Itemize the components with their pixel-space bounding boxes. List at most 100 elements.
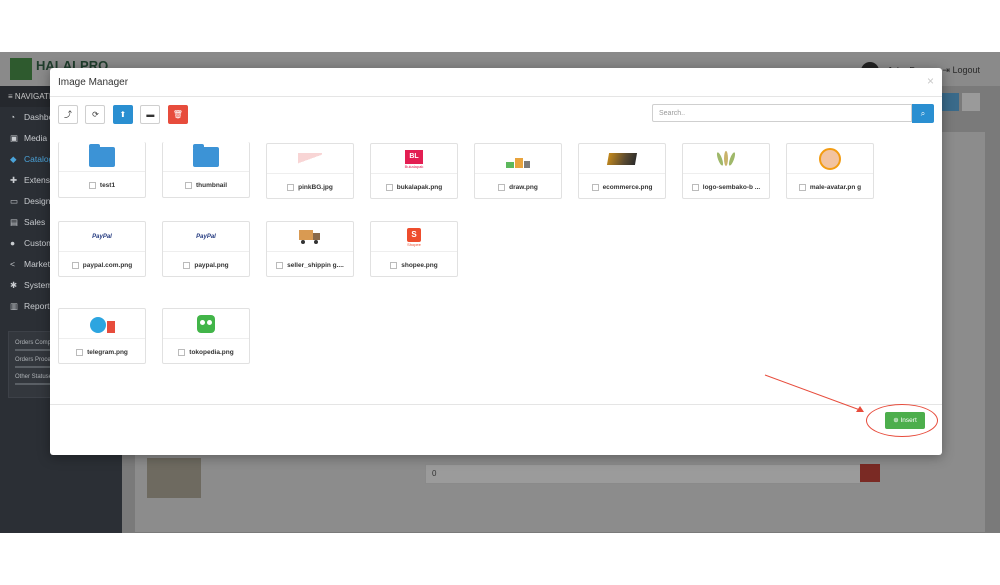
new-folder-button[interactable]: ▬ bbox=[140, 105, 161, 124]
tile-caption: ecommerce.png bbox=[579, 173, 665, 200]
folder-tile-thumbnail[interactable]: thumbnail bbox=[162, 142, 250, 198]
tile-label: telegram.png bbox=[87, 348, 128, 356]
select-checkbox[interactable] bbox=[287, 183, 295, 191]
tile-label: bukalapak.png bbox=[396, 183, 443, 191]
image-tile-paypal[interactable]: PayPal paypal.png bbox=[162, 221, 250, 277]
select-checkbox[interactable] bbox=[88, 181, 96, 189]
tile-caption: male-avatar.pn g bbox=[787, 173, 873, 200]
remove-image-button[interactable] bbox=[860, 464, 880, 482]
tile-label: logo-sembako-b ... bbox=[702, 183, 761, 191]
image-manager-toolbar: ⤴ ⟳ ⬆ ▬ 🗑 bbox=[58, 105, 191, 124]
select-checkbox[interactable] bbox=[183, 261, 191, 269]
monitor-icon: ▭ bbox=[10, 196, 19, 206]
tile-label: shopee.png bbox=[401, 261, 438, 269]
image-tile-ecommerce[interactable]: ecommerce.png bbox=[578, 143, 666, 199]
trash-icon: 🗑 bbox=[172, 110, 183, 119]
folder-icon bbox=[89, 144, 115, 167]
shopee-logo: S Shopee bbox=[407, 227, 421, 247]
product-thumbnail[interactable] bbox=[147, 458, 201, 498]
select-checkbox[interactable] bbox=[691, 183, 699, 191]
bukalapak-logo-mark: BL bbox=[405, 149, 423, 164]
back-button[interactable] bbox=[962, 93, 980, 111]
share-icon: < bbox=[10, 259, 15, 269]
thumbnail: PayPal bbox=[164, 223, 248, 251]
tile-caption: shopee.png bbox=[371, 251, 457, 278]
image-tile-seller-shipping[interactable]: seller_shippin g.... bbox=[266, 221, 354, 277]
level-up-icon: ⤴ bbox=[64, 110, 72, 119]
image-tile-pinkbg[interactable]: pinkBG.jpg bbox=[266, 143, 354, 199]
search-icon: ⌕ bbox=[920, 109, 926, 118]
sidebar-item-label: Design bbox=[24, 196, 51, 206]
select-checkbox[interactable] bbox=[276, 261, 284, 269]
image-icon: ▣ bbox=[10, 133, 19, 143]
tile-label: male-avatar.pn g bbox=[809, 183, 862, 191]
parent-directory-button[interactable]: ⤴ bbox=[58, 105, 78, 124]
select-checkbox[interactable] bbox=[390, 261, 398, 269]
tile-caption: thumbnail bbox=[163, 171, 249, 198]
thumbnail bbox=[684, 145, 768, 173]
ecommerce-image bbox=[606, 153, 638, 165]
save-button[interactable] bbox=[941, 93, 959, 111]
tile-label: paypal.com.png bbox=[82, 261, 133, 269]
tile-caption: paypal.com.png bbox=[59, 251, 145, 278]
modal-header: Image Manager × bbox=[50, 68, 942, 97]
select-checkbox[interactable] bbox=[71, 261, 79, 269]
select-checkbox[interactable] bbox=[76, 348, 84, 356]
tile-caption: paypal.png bbox=[163, 251, 249, 278]
image-tile-logo-sembako[interactable]: logo-sembako-b ... bbox=[682, 143, 770, 199]
dashboard-icon: ◔ bbox=[10, 112, 16, 122]
tile-caption: tokopedia.png bbox=[163, 338, 249, 365]
shopee-logo-text: Shopee bbox=[407, 241, 421, 247]
select-checkbox[interactable] bbox=[178, 348, 186, 356]
tile-label: seller_shippin g.... bbox=[287, 261, 344, 269]
tile-caption: bukalapak.png bbox=[371, 173, 457, 200]
thumbnail bbox=[268, 145, 352, 173]
thumbnail: S Shopee bbox=[372, 223, 456, 251]
select-checkbox[interactable] bbox=[498, 183, 506, 191]
select-checkbox[interactable] bbox=[184, 181, 192, 189]
bukalapak-logo-text: Bukalapak bbox=[404, 163, 424, 169]
select-checkbox[interactable] bbox=[798, 183, 806, 191]
select-checkbox[interactable] bbox=[591, 183, 599, 191]
thumbnail bbox=[60, 310, 144, 338]
image-tile-bukalapak[interactable]: BL Bukalapak bukalapak.png bbox=[370, 143, 458, 199]
telegram-image bbox=[88, 315, 116, 333]
folder-icon bbox=[193, 144, 219, 167]
folder-tile-test1[interactable]: test1 bbox=[58, 142, 146, 198]
folder-icon: ▬ bbox=[146, 110, 155, 119]
truck-icon bbox=[299, 230, 321, 244]
image-tile-male-avatar[interactable]: male-avatar.pn g bbox=[786, 143, 874, 199]
brand-logo-icon bbox=[10, 58, 32, 80]
image-tile-shopee[interactable]: S Shopee shopee.png bbox=[370, 221, 458, 277]
close-button[interactable]: × bbox=[927, 74, 934, 88]
thumbnail bbox=[476, 145, 560, 173]
tile-caption: pinkBG.jpg bbox=[267, 173, 353, 200]
tokopedia-logo bbox=[197, 315, 215, 333]
delete-button[interactable]: 🗑 bbox=[167, 105, 188, 124]
image-tile-draw[interactable]: draw.png bbox=[474, 143, 562, 199]
paypal-logo: PayPal bbox=[196, 234, 216, 240]
tile-label: thumbnail bbox=[195, 181, 228, 189]
tile-caption: draw.png bbox=[475, 173, 561, 200]
male-avatar-image bbox=[819, 148, 841, 170]
tile-caption: seller_shippin g.... bbox=[267, 251, 353, 278]
upload-icon: ⬆ bbox=[119, 110, 127, 119]
refresh-button[interactable]: ⟳ bbox=[85, 105, 106, 124]
image-tile-telegram[interactable]: telegram.png bbox=[58, 308, 146, 364]
sidebar-item-label: Catalog bbox=[24, 154, 54, 164]
sort-order-input[interactable]: 0 bbox=[425, 464, 861, 484]
page-tools bbox=[938, 93, 980, 116]
upload-button[interactable]: ⬆ bbox=[112, 105, 133, 124]
tile-label: test1 bbox=[99, 181, 116, 189]
pink-bg-image bbox=[298, 153, 322, 165]
image-tile-paypal-com[interactable]: PayPal paypal.com.png bbox=[58, 221, 146, 277]
thumbnail: PayPal bbox=[60, 223, 144, 251]
search-button[interactable]: ⌕ bbox=[912, 104, 934, 123]
sidebar-item-label: System bbox=[24, 280, 53, 290]
tile-caption: telegram.png bbox=[59, 338, 145, 365]
select-checkbox[interactable] bbox=[385, 183, 393, 191]
image-tile-tokopedia[interactable]: tokopedia.png bbox=[162, 308, 250, 364]
search-input[interactable]: Search.. bbox=[652, 104, 912, 122]
logout-link[interactable]: ⇥ Logout bbox=[942, 65, 980, 75]
thumbnail: BL Bukalapak bbox=[372, 145, 456, 173]
